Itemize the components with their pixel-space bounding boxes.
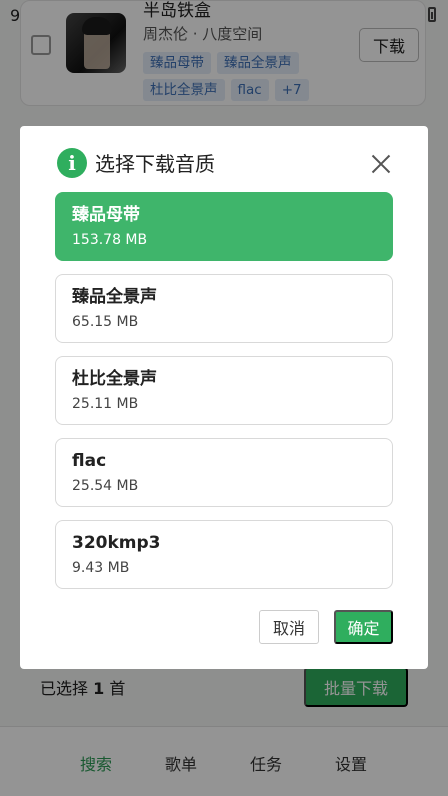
quality-option-name: 臻品母带 [72, 205, 140, 225]
quality-option-size: 25.54 MB [72, 478, 139, 494]
dialog-title: 选择下载音质 [95, 152, 215, 176]
quality-option-name: flac [72, 451, 107, 471]
close-icon[interactable] [370, 153, 392, 175]
info-icon: i [57, 148, 87, 178]
quality-option-size: 9.43 MB [72, 560, 130, 576]
quality-option[interactable]: 杜比全景声 25.11 MB [55, 356, 393, 425]
quality-option-size: 65.15 MB [72, 314, 139, 330]
quality-option[interactable]: flac 25.54 MB [55, 438, 393, 507]
quality-option-size: 25.11 MB [72, 396, 139, 412]
quality-option-name: 杜比全景声 [72, 369, 157, 389]
quality-option-name: 320kmp3 [72, 533, 161, 553]
quality-option[interactable]: 臻品全景声 65.15 MB [55, 274, 393, 343]
quality-options: 臻品母带 153.78 MB 臻品全景声 65.15 MB 杜比全景声 25.1… [55, 192, 393, 602]
quality-option-selected[interactable]: 臻品母带 153.78 MB [55, 192, 393, 261]
quality-option-name: 臻品全景声 [72, 287, 157, 307]
cancel-button[interactable]: 取消 [259, 610, 319, 644]
quality-option-size: 153.78 MB [72, 232, 148, 248]
quality-option[interactable]: 320kmp3 9.43 MB [55, 520, 393, 589]
confirm-button[interactable]: 确定 [334, 610, 393, 644]
quality-dialog: i 选择下载音质 臻品母带 153.78 MB 臻品全景声 65.15 MB 杜… [20, 126, 428, 669]
